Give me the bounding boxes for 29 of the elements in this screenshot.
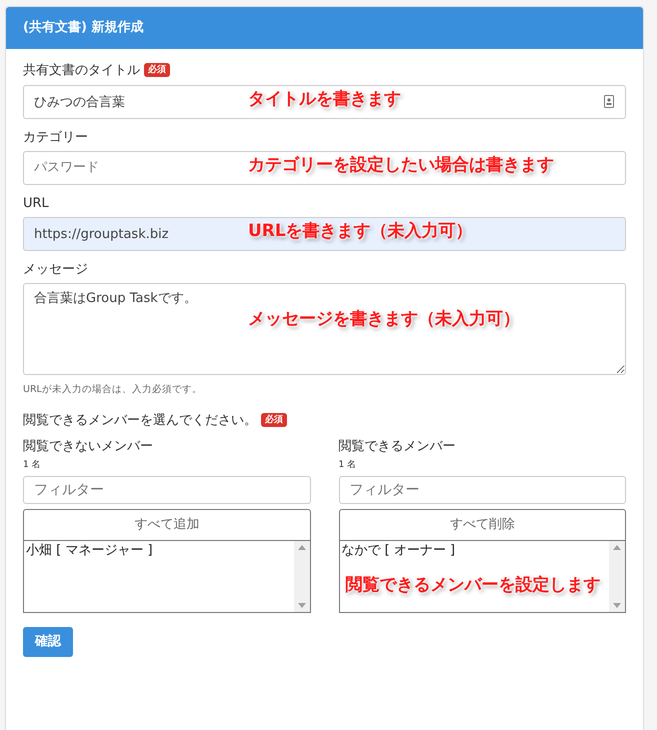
required-badge: 必須 [261, 413, 287, 428]
contact-card-icon[interactable] [604, 94, 614, 108]
action-button[interactable]: すべて削除 [338, 509, 626, 542]
scroll-bar[interactable] [609, 541, 625, 612]
member-option[interactable]: なかで [ オーナー ] [342, 543, 607, 560]
filter-field[interactable]: フィルター [23, 476, 310, 504]
field-label: メッセージ [23, 262, 88, 278]
required-badge: 必須 [144, 63, 170, 78]
annotation-text: カテゴリーを設定したい場合は書きます [248, 154, 554, 176]
help-text: URLが未入力の場合は、入力必須です。 [23, 384, 203, 396]
form-title: (共有文書) 新規作成 [6, 7, 643, 50]
field-label: 閲覧できるメンバーを選んでください。 [23, 413, 257, 430]
filter-field[interactable]: フィルター [338, 476, 626, 504]
column-heading: 閲覧できるメンバー [338, 438, 456, 455]
member-list[interactable]: 小畑 [ マネージャー ] [23, 541, 310, 614]
scroll-bar[interactable] [294, 541, 310, 612]
member-count: 1 名 [23, 460, 42, 472]
column-heading: 閲覧できないメンバー [23, 438, 154, 455]
field-label: カテゴリー [23, 130, 88, 146]
field-label: URL [23, 196, 49, 212]
member-option[interactable]: 小畑 [ マネージャー ] [26, 543, 292, 560]
annotation-text: メッセージを書きます（未入力可） [248, 309, 520, 330]
member-count: 1 名 [338, 460, 358, 472]
action-button[interactable]: すべて追加 [23, 509, 310, 542]
annotation-text: 閲覧できるメンバーを設定します [346, 575, 600, 596]
annotation-text: タイトルを書きます [248, 88, 401, 110]
field-label: 共有文書のタイトル [23, 63, 140, 80]
annotation-text: URLを書きます（未入力可） [248, 221, 473, 242]
member-list[interactable]: なかで [ オーナー ] 閲覧できるメンバーを設定します [338, 541, 626, 614]
